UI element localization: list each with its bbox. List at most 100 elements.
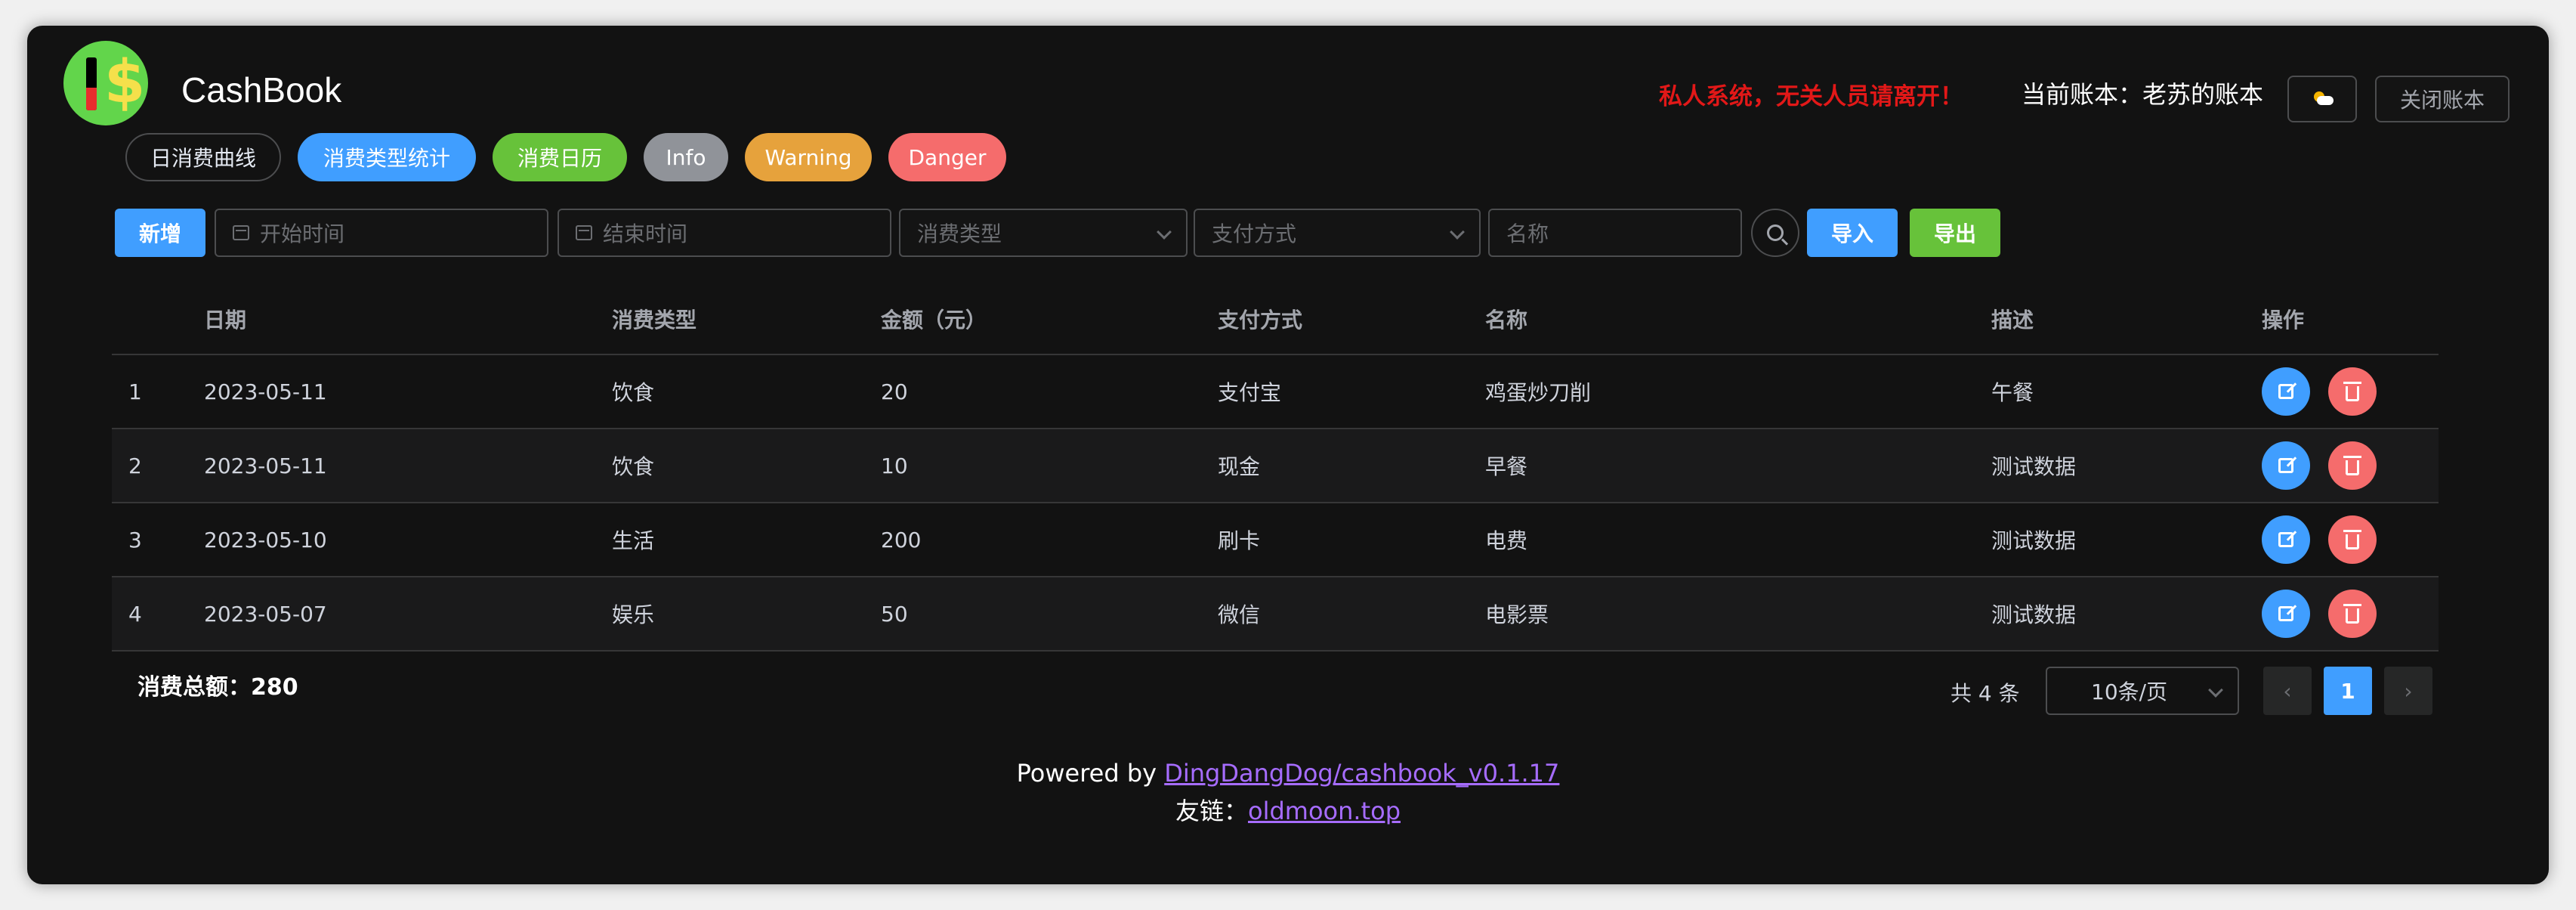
cell-name: 鸡蛋炒刀削 — [1485, 380, 1592, 405]
delete-button[interactable] — [2328, 367, 2377, 416]
repo-link[interactable]: DingDangDog/cashbook_v0.1.17 — [1164, 759, 1559, 788]
header-date[interactable]: 日期 — [204, 284, 246, 354]
dollar-icon: $ — [104, 48, 146, 116]
delete-button[interactable] — [2328, 590, 2377, 638]
export-button[interactable]: 导出 — [1910, 209, 2000, 257]
cell-index: 1 — [128, 379, 142, 404]
trash-icon — [2343, 604, 2361, 624]
header-payment[interactable]: 支付方式 — [1218, 284, 1302, 354]
page-size-value: 10条/页 — [2091, 679, 2168, 704]
cell-amount: 20 — [881, 379, 908, 404]
chevron-down-icon — [1157, 224, 1172, 240]
table-row: 3 2023-05-10 生活 200 刷卡 电费 测试数据 — [112, 503, 2439, 577]
tab-info[interactable]: Info — [644, 133, 728, 181]
trash-icon — [2343, 382, 2361, 401]
cell-date: 2023-05-10 — [204, 527, 327, 552]
tab-daily-curve[interactable]: 日消费曲线 — [125, 133, 281, 181]
table-row: 4 2023-05-07 娱乐 50 微信 电影票 测试数据 — [112, 577, 2439, 652]
header-actions: 操作 — [2262, 308, 2305, 333]
cell-index: 4 — [128, 601, 142, 627]
current-account-label: 当前账本：老苏的账本 — [2022, 80, 2264, 109]
name-input[interactable]: 名称 — [1488, 209, 1742, 257]
chevron-down-icon — [2208, 682, 2223, 698]
friend-link[interactable]: oldmoon.top — [1248, 797, 1401, 825]
expense-table: 日期 消费类型 金额（元） 支付方式 名称 描述 操作 1 2023-05-11… — [112, 284, 2439, 652]
close-account-button[interactable]: 关闭账本 — [2375, 76, 2510, 122]
cell-type: 饮食 — [612, 380, 655, 405]
type-select-placeholder: 消费类型 — [917, 221, 1002, 246]
page-size-select[interactable]: 10条/页 — [2046, 667, 2239, 715]
cell-description: 测试数据 — [1991, 454, 2077, 479]
trash-icon — [2343, 530, 2361, 549]
payment-select[interactable]: 支付方式 — [1194, 209, 1481, 257]
cell-payment: 刷卡 — [1218, 528, 1261, 553]
logo-bar-red — [86, 88, 97, 110]
header-name[interactable]: 名称 — [1485, 284, 1527, 354]
cell-amount: 200 — [881, 527, 922, 552]
edit-icon — [2278, 532, 2293, 547]
pagination-total: 共 4 条 — [1951, 681, 2020, 706]
edit-button[interactable] — [2262, 515, 2310, 564]
edit-icon — [2278, 606, 2293, 621]
edit-icon — [2278, 458, 2293, 473]
cell-payment: 现金 — [1218, 454, 1261, 479]
add-button[interactable]: 新增 — [115, 209, 205, 257]
name-input-placeholder: 名称 — [1506, 221, 1549, 246]
total-amount: 消费总额：280 — [137, 674, 298, 701]
chevron-down-icon — [1450, 224, 1465, 240]
import-button[interactable]: 导入 — [1807, 209, 1898, 257]
edit-button[interactable] — [2262, 441, 2310, 490]
cell-amount: 10 — [881, 453, 908, 478]
friend-link-prefix: 友链： — [1175, 797, 1248, 825]
table-row: 2 2023-05-11 饮食 10 现金 早餐 测试数据 — [112, 429, 2439, 503]
app-logo: $ — [63, 41, 148, 125]
cell-date: 2023-05-11 — [204, 453, 327, 478]
tab-calendar[interactable]: 消费日历 — [493, 133, 627, 181]
app-title: CashBook — [181, 70, 342, 110]
cell-type: 娱乐 — [612, 602, 655, 627]
cell-description: 午餐 — [1991, 380, 2034, 405]
end-date-input[interactable]: 结束时间 — [558, 209, 891, 257]
start-date-placeholder: 开始时间 — [260, 221, 345, 246]
header-type[interactable]: 消费类型 — [612, 284, 697, 354]
type-select[interactable]: 消费类型 — [899, 209, 1188, 257]
cell-payment: 支付宝 — [1218, 380, 1282, 405]
row-actions — [2262, 503, 2395, 576]
cell-name: 电费 — [1485, 528, 1528, 553]
powered-by-prefix: Powered by — [1016, 759, 1165, 788]
payment-select-placeholder: 支付方式 — [1212, 221, 1297, 246]
prev-page-button[interactable]: ‹ — [2263, 667, 2312, 715]
tab-warning[interactable]: Warning — [745, 133, 872, 181]
tab-danger[interactable]: Danger — [888, 133, 1006, 181]
row-actions — [2262, 577, 2395, 650]
private-warning: 私人系统，无关人员请离开！ — [1659, 83, 1963, 110]
calendar-icon — [576, 225, 592, 240]
search-button[interactable] — [1751, 209, 1799, 257]
page-number-current[interactable]: 1 — [2324, 667, 2372, 715]
row-actions — [2262, 355, 2395, 428]
header-amount[interactable]: 金额（元） — [881, 284, 987, 354]
search-icon — [1767, 224, 1784, 241]
delete-button[interactable] — [2328, 441, 2377, 490]
footer-friend-link: 友链：oldmoon.top — [0, 792, 2576, 827]
table-row: 1 2023-05-11 饮食 20 支付宝 鸡蛋炒刀削 午餐 — [112, 355, 2439, 429]
cell-index: 2 — [128, 453, 142, 478]
edit-button[interactable] — [2262, 590, 2310, 638]
cell-date: 2023-05-11 — [204, 379, 327, 404]
delete-button[interactable] — [2328, 515, 2377, 564]
cell-date: 2023-05-07 — [204, 601, 327, 627]
next-page-button[interactable]: › — [2384, 667, 2432, 715]
cell-name: 电影票 — [1485, 602, 1549, 627]
header-description[interactable]: 描述 — [1991, 284, 2034, 354]
edit-button[interactable] — [2262, 367, 2310, 416]
cell-type: 饮食 — [612, 454, 655, 479]
start-date-input[interactable]: 开始时间 — [215, 209, 548, 257]
cell-description: 测试数据 — [1991, 528, 2077, 553]
cell-index: 3 — [128, 527, 142, 552]
end-date-placeholder: 结束时间 — [603, 221, 688, 246]
row-actions — [2262, 429, 2395, 502]
calendar-icon — [233, 225, 249, 240]
edit-icon — [2278, 384, 2293, 399]
theme-toggle-button[interactable] — [2287, 76, 2357, 122]
tab-type-stats[interactable]: 消费类型统计 — [298, 133, 476, 181]
